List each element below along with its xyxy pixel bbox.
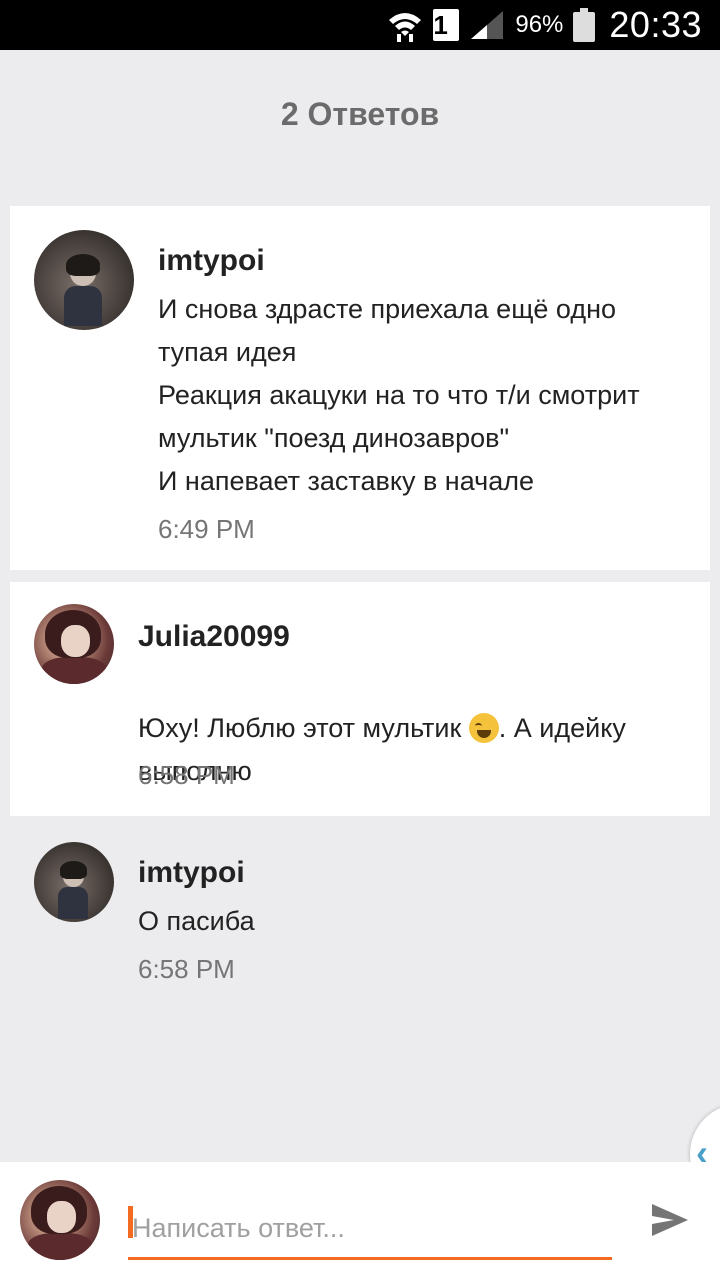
reply-bar bbox=[0, 1162, 720, 1280]
send-icon bbox=[652, 1204, 688, 1236]
comment-timestamp: 6:58 PM bbox=[138, 954, 235, 984]
wifi-icon bbox=[387, 8, 423, 42]
status-bar: 1 96% 20:33 bbox=[0, 0, 720, 50]
avatar[interactable] bbox=[34, 230, 134, 330]
sim-badge: 1 bbox=[433, 9, 460, 41]
clock: 20:33 bbox=[609, 4, 702, 45]
battery-percent: 96% bbox=[515, 11, 564, 38]
comment-username[interactable]: imtypoi bbox=[158, 244, 265, 278]
battery-icon bbox=[573, 8, 596, 42]
comment-timestamp: 6:58 PM bbox=[138, 760, 235, 790]
text-caret bbox=[128, 1206, 133, 1238]
laughing-emoji-icon bbox=[468, 713, 499, 743]
comment-text-part: . А идейку bbox=[498, 713, 626, 743]
comment-card: imtypoi И снова здрасте приехала ещё одн… bbox=[10, 206, 710, 570]
comment-card: imtypoi О пасиба 6:58 PM bbox=[10, 828, 710, 1008]
reply-input[interactable] bbox=[128, 1200, 612, 1260]
avatar[interactable] bbox=[34, 604, 114, 684]
page-title: 2 Ответов bbox=[280, 96, 440, 132]
signal-icon bbox=[469, 9, 505, 41]
comment-text: И снова здрасте приехала ещё одно тупая … bbox=[158, 294, 640, 496]
comment-card: Julia20099 Юху! Люблю этот мультик . А и… bbox=[10, 582, 710, 816]
comment-username[interactable]: Julia20099 bbox=[138, 620, 290, 654]
comment-timestamp: 6:49 PM bbox=[158, 514, 255, 544]
comment-text-part: Юху! Люблю этот мультик bbox=[138, 713, 469, 743]
my-avatar bbox=[20, 1180, 100, 1260]
comment-text: О пасиба bbox=[138, 906, 255, 936]
avatar[interactable] bbox=[34, 842, 114, 922]
comment-username[interactable]: imtypoi bbox=[138, 856, 245, 890]
send-button[interactable] bbox=[648, 1198, 692, 1242]
